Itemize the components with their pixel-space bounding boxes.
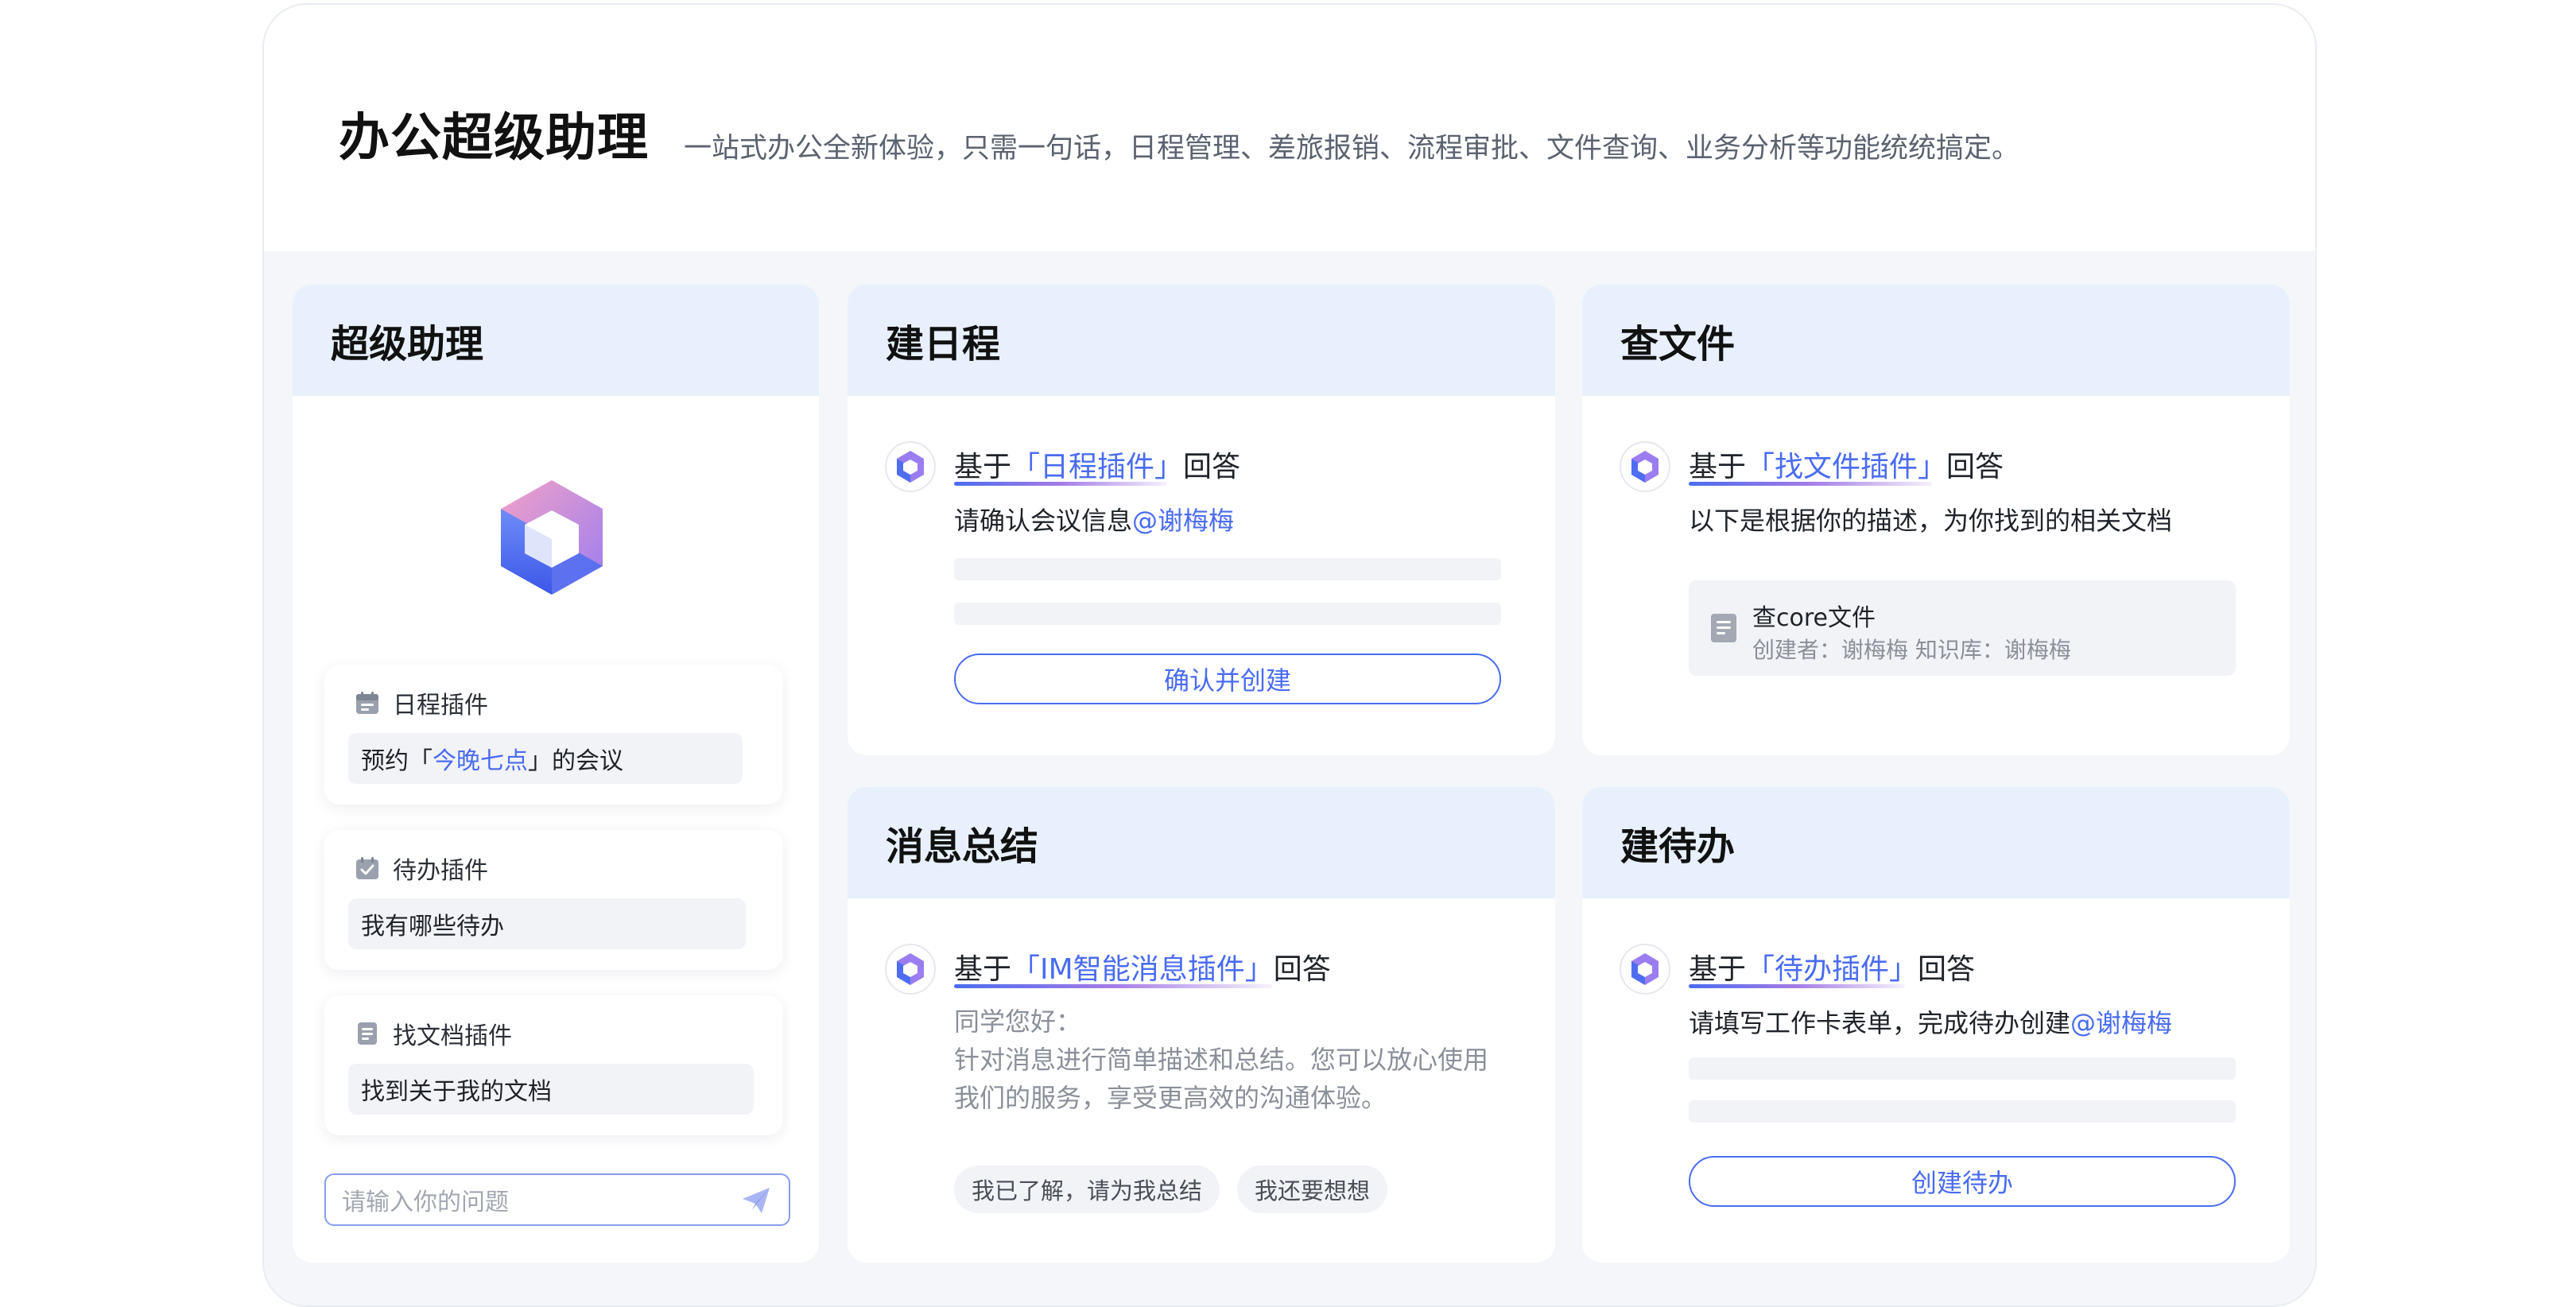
query-text: 我有哪些待办 [361, 913, 504, 940]
confirm-create-button[interactable]: 确认并创建 [954, 654, 1501, 704]
bot-avatar-icon [1620, 441, 1670, 492]
reply-suffix: 回答 [1918, 953, 1976, 986]
file-result-item[interactable]: 查core文件 创建者：谢梅梅 知识库：谢梅梅 [1689, 580, 2236, 676]
quick-reply-chip[interactable]: 我已了解，请为我总结 [954, 1165, 1220, 1213]
reply-prefix: 基于 [1689, 451, 1747, 483]
form-placeholder-bar [1689, 1057, 2236, 1080]
question-input-placeholder: 请输入你的问题 [342, 1189, 509, 1216]
card-title: 建待办 [1582, 787, 2290, 898]
reply-suffix: 回答 [1946, 451, 2004, 483]
plugin-card-schedule[interactable]: 日程插件 预约「 今晚七点 」的会议 [324, 665, 782, 805]
gradient-underline [954, 482, 1167, 486]
plugin-link[interactable]: 「IM智能消息插件」 [1011, 953, 1274, 986]
plugin-card-document[interactable]: 找文档插件 找到关于我的文档 [324, 995, 782, 1135]
plugin-name: 找文档插件 [393, 1022, 512, 1050]
hero-banner: 办公超级助理 一站式办公全新体验，只需一句话，日程管理、差旅报销、流程审批、文件… [264, 5, 2315, 251]
card-title: 超级助理 [293, 285, 819, 396]
plugin-example-query[interactable]: 预约「 今晚七点 」的会议 [348, 733, 743, 784]
todo-check-icon [356, 857, 378, 879]
summary-text-line: 针对消息进行简单描述和总结。您可以放心使用 [954, 1045, 1489, 1075]
gradient-underline [954, 984, 1272, 988]
query-text: 找到关于我的文档 [361, 1078, 552, 1106]
file-meta: 创建者：谢梅梅 知识库：谢梅梅 [1752, 637, 2071, 663]
paper-plane-icon[interactable] [741, 1186, 771, 1215]
files-card: 查文件 基于「找文件插件」回答 以下是根据你的描述，为你找到的相关文档 查cor… [1582, 285, 2290, 755]
bot-avatar-icon [885, 441, 936, 492]
query-text: 预约「 [361, 747, 433, 775]
plugin-example-query[interactable]: 我有哪些待办 [348, 898, 746, 949]
reply-message: 请填写工作卡表单，完成待办创建@谢梅梅 [1689, 1003, 2172, 1040]
gradient-underline [1689, 984, 1905, 988]
file-icon [1711, 614, 1736, 642]
plugin-example-query[interactable]: 找到关于我的文档 [348, 1064, 754, 1115]
schedule-card: 建日程 基于「日程插件」回答 请确认会议信息@谢梅梅 确认并创建 [848, 285, 1555, 755]
user-mention[interactable]: @谢梅梅 [2070, 1008, 2172, 1038]
reply-source-line: 基于「找文件插件」回答 [1689, 444, 2004, 485]
card-title: 查文件 [1582, 285, 2290, 396]
reply-suffix: 回答 [1273, 953, 1331, 986]
message-text: 请确认会议信息 [954, 506, 1133, 536]
reply-message: 以下是根据你的描述，为你找到的相关文档 [1689, 506, 2173, 536]
reply-prefix: 基于 [954, 451, 1012, 483]
create-todo-button[interactable]: 创建待办 [1689, 1156, 2236, 1207]
hexagon-logo-icon [501, 480, 603, 595]
app-frame: 办公超级助理 一站式办公全新体验，只需一句话，日程管理、差旅报销、流程审批、文件… [262, 3, 2317, 1307]
file-name: 查core文件 [1752, 604, 1876, 632]
form-placeholder-bar [954, 603, 1501, 625]
message-summary-card: 消息总结 基于「IM智能消息插件」回答 同学您好： 针对消息进行简单描述和总结。… [848, 787, 1555, 1262]
super-assistant-card: 超级助理 日程插件 预约「 今晚七点 」的会议 待办插件 我有哪些待办 找文档插… [293, 285, 819, 1262]
gradient-underline [1689, 482, 1932, 486]
reply-source-line: 基于「IM智能消息插件」回答 [954, 946, 1331, 987]
reply-suffix: 回答 [1183, 451, 1241, 483]
reply-prefix: 基于 [954, 953, 1012, 986]
greeting-text: 同学您好： [954, 1006, 1082, 1037]
page-subtitle: 一站式办公全新体验，只需一句话，日程管理、差旅报销、流程审批、文件查询、业务分析… [684, 133, 2020, 165]
plugin-link[interactable]: 「待办插件」 [1746, 953, 1918, 986]
card-title: 建日程 [848, 285, 1555, 396]
form-placeholder-bar [954, 558, 1501, 580]
plugin-link[interactable]: 「找文件插件」 [1746, 451, 1946, 483]
question-input[interactable]: 请输入你的问题 [324, 1173, 790, 1226]
plugin-name: 日程插件 [393, 692, 488, 719]
todo-card: 建待办 基于「待办插件」回答 请填写工作卡表单，完成待办创建@谢梅梅 创建待办 [1582, 787, 2290, 1262]
query-highlight: 今晚七点 [433, 747, 528, 775]
summary-text-line: 我们的服务，享受更高效的沟通体验。 [954, 1083, 1387, 1113]
document-icon [358, 1022, 377, 1045]
query-text: 」的会议 [528, 747, 623, 775]
reply-source-line: 基于「待办插件」回答 [1689, 946, 1975, 987]
reply-source-line: 基于「日程插件」回答 [954, 444, 1240, 485]
plugin-card-todo[interactable]: 待办插件 我有哪些待办 [324, 830, 782, 970]
quick-reply-chip[interactable]: 我还要想想 [1237, 1165, 1388, 1213]
page-title: 办公超级助理 [339, 109, 649, 168]
form-placeholder-bar [1689, 1100, 2236, 1123]
user-mention[interactable]: @谢梅梅 [1132, 506, 1234, 536]
bot-avatar-icon [1620, 944, 1670, 995]
calendar-icon [356, 692, 378, 714]
plugin-link[interactable]: 「日程插件」 [1011, 451, 1183, 483]
bot-avatar-icon [885, 944, 936, 995]
reply-message: 请确认会议信息@谢梅梅 [954, 501, 1234, 537]
plugin-name: 待办插件 [393, 857, 488, 885]
reply-prefix: 基于 [1689, 953, 1747, 986]
message-text: 请填写工作卡表单，完成待办创建 [1689, 1008, 2071, 1038]
card-title: 消息总结 [848, 787, 1555, 898]
